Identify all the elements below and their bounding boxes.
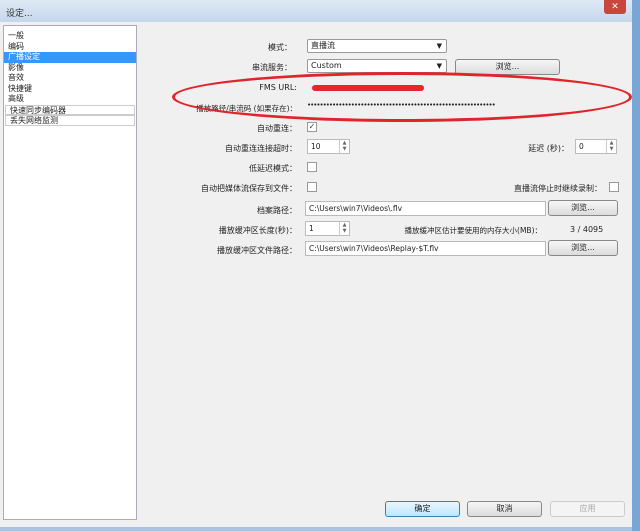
buffer-memory-value: 3 / 4095 [570,225,604,234]
window-border [632,0,640,531]
mode-value: 直播流 [311,41,335,50]
replay-path-label: 播放缓冲区文件路径： [217,246,297,255]
low-latency-label: 低延迟模式： [249,164,297,173]
auto-save-checkbox[interactable] [307,182,317,192]
settings-category-list[interactable]: 一般 编码 广播设定 影像 音效 快捷键 高级 快速同步编码器 丢失网络监测 [3,25,137,520]
sidebar-item-quicksync[interactable]: 快速同步编码器 [5,104,135,115]
file-path-label: 档案路径： [257,206,297,215]
sidebar-item-general[interactable]: 一般 [4,31,136,42]
replay-path-browse-button[interactable]: 浏览... [548,240,618,256]
sidebar-item-audio[interactable]: 音效 [4,73,136,84]
ok-button[interactable]: 确定 [385,501,460,517]
file-path-input[interactable]: C:\Users\win7\Videos\.flv [305,201,546,216]
auto-save-label: 自动把媒体流保存到文件： [201,184,297,193]
buffer-memory-label: 播放缓冲区估计要使用的内存大小(MB)： [404,226,542,235]
delay-value: 0 [579,142,584,151]
buffer-length-label: 播放缓冲区长度(秒)： [218,226,297,235]
reconnect-timeout-label: 自动重连连接超时： [225,144,297,153]
keep-recording-label: 直播流停止时继续录制： [514,184,602,193]
reconnect-timeout-spinbox[interactable]: 10 ▲ ▼ [307,139,350,154]
mode-select[interactable]: 直播流 ▼ [307,39,447,53]
delay-label: 延迟 (秒)： [528,144,569,153]
cancel-button[interactable]: 取消 [467,501,542,517]
sidebar-item-video[interactable]: 影像 [4,63,136,74]
sidebar-item-network-monitor[interactable]: 丢失网络监测 [5,115,135,126]
timeout-value: 10 [311,142,321,151]
spin-arrows-icon[interactable]: ▲ ▼ [339,140,349,153]
sidebar-item-advanced[interactable]: 高级 [4,94,136,105]
sidebar-item-encoding[interactable]: 编码 [4,42,136,53]
spin-arrows-icon[interactable]: ▲ ▼ [606,140,616,153]
service-label: 串流服务： [252,63,292,72]
keep-recording-checkbox[interactable] [609,182,619,192]
settings-dialog: 一般 编码 广播设定 影像 音效 快捷键 高级 快速同步编码器 丢失网络监测 模… [0,22,632,527]
window-title: 设定... [6,9,33,19]
mode-label: 模式： [268,43,292,52]
buffer-value: 1 [309,224,314,233]
low-latency-checkbox[interactable] [307,162,317,172]
auto-reconnect-label: 自动重连： [257,124,297,133]
spin-arrows-icon[interactable]: ▲ ▼ [339,222,349,235]
sidebar-item-hotkeys[interactable]: 快捷键 [4,84,136,95]
buffer-length-spinbox[interactable]: 1 ▲ ▼ [305,221,350,236]
auto-reconnect-checkbox[interactable]: ✓ [307,122,317,132]
apply-button[interactable]: 应用 [550,501,625,517]
replay-path-input[interactable]: C:\Users\win7\Videos\Replay-$T.flv [305,241,546,256]
sidebar-item-broadcast[interactable]: 广播设定 [4,52,136,63]
title-bar: 设定... ✕ [0,0,640,22]
service-select[interactable]: Custom ▼ [307,59,447,73]
chevron-down-icon: ▼ [436,42,442,50]
close-button[interactable]: ✕ [604,0,626,14]
file-path-browse-button[interactable]: 浏览... [548,200,618,216]
chevron-down-icon: ▼ [436,62,442,70]
highlight-annotation-ellipse [172,72,632,122]
delay-spinbox[interactable]: 0 ▲ ▼ [575,139,617,154]
service-value: Custom [311,61,342,70]
